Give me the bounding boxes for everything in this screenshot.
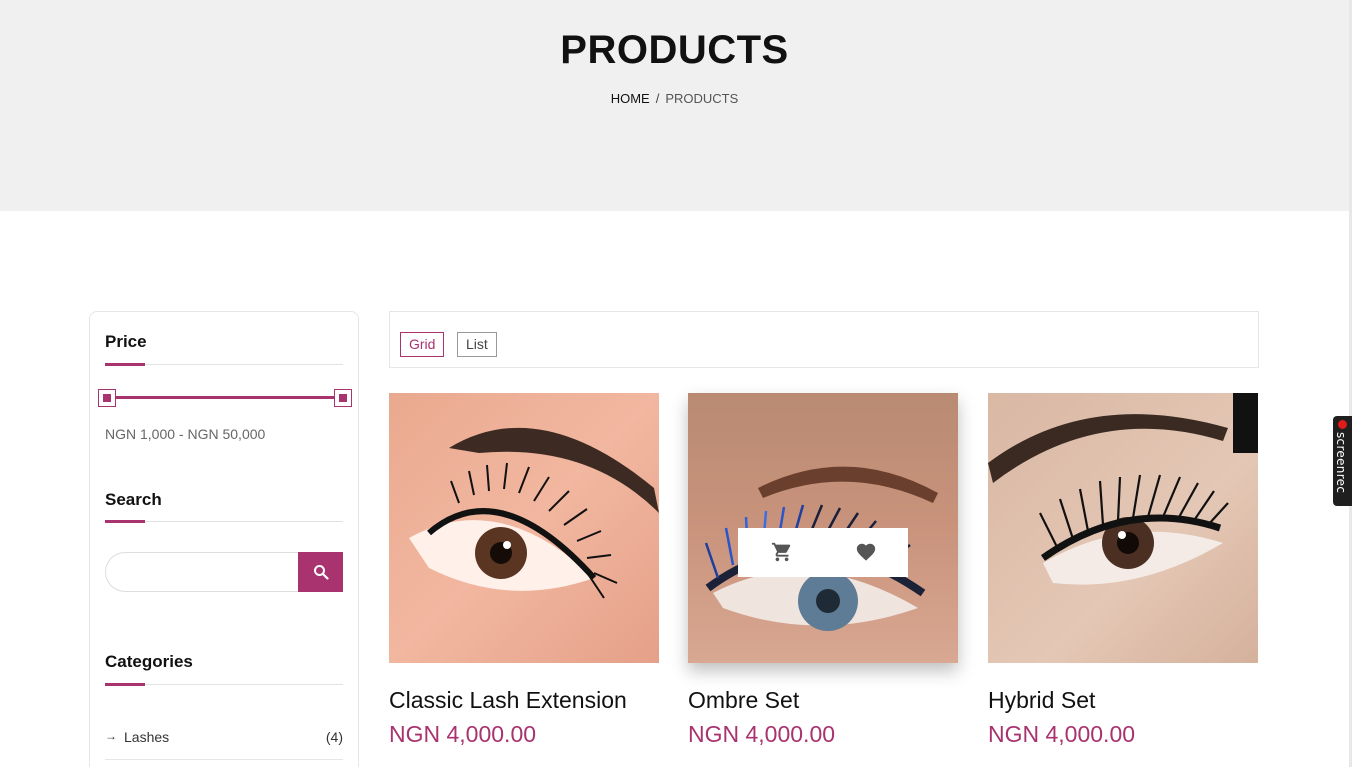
breadcrumb: HOME / PRODUCTS	[0, 91, 1349, 106]
arrow-right-icon: →	[105, 729, 117, 743]
category-count: (4)	[325, 729, 343, 745]
record-icon	[1338, 420, 1347, 429]
price-slider-min-handle[interactable]	[98, 389, 116, 407]
product-image[interactable]	[688, 393, 958, 663]
breadcrumb-separator: /	[655, 91, 660, 106]
product-price: NGN 4,000.00	[988, 721, 1136, 747]
product-image[interactable]	[988, 393, 1258, 663]
product-price: NGN 4,000.00	[389, 721, 537, 747]
breadcrumb-current: PRODUCTS	[665, 91, 739, 106]
category-item-lashes[interactable]: → Lashes (4)	[105, 726, 343, 760]
search-input[interactable]	[105, 552, 305, 592]
filter-sidebar: Price NGN 1,000 - NGN 50,000 Search Cate…	[89, 311, 359, 767]
product-name[interactable]: Ombre Set	[688, 687, 799, 714]
list-view-button[interactable]: List	[457, 332, 497, 357]
search-button[interactable]	[298, 552, 343, 592]
search-widget-title: Search	[105, 490, 162, 509]
product-card[interactable]: Hybrid Set NGN 4,000.00	[988, 393, 1258, 747]
page-hero: PRODUCTS HOME / PRODUCTS	[0, 0, 1349, 211]
product-name[interactable]: Hybrid Set	[988, 687, 1095, 714]
product-name[interactable]: Classic Lash Extension	[389, 687, 627, 714]
cart-icon	[771, 542, 791, 562]
add-to-wishlist-button[interactable]	[853, 539, 879, 565]
product-action-bar	[738, 528, 908, 577]
add-to-cart-button[interactable]	[769, 539, 795, 565]
price-widget-title: Price	[105, 332, 147, 351]
heart-icon	[856, 543, 876, 561]
category-label[interactable]: Lashes	[124, 729, 169, 745]
price-slider-track[interactable]	[107, 396, 343, 399]
categories-widget-title: Categories	[105, 652, 193, 671]
page-title: PRODUCTS	[560, 28, 789, 72]
categories-title-divider	[105, 683, 343, 686]
search-icon	[313, 565, 329, 580]
product-card[interactable]: Ombre Set NGN 4,000.00	[688, 393, 958, 747]
search-title-divider	[105, 520, 343, 523]
price-slider-max-handle[interactable]	[334, 389, 352, 407]
product-price: NGN 4,000.00	[688, 721, 836, 747]
search-box	[105, 552, 343, 592]
price-range-text: NGN 1,000 - NGN 50,000	[105, 426, 266, 442]
screenrec-badge[interactable]: screenrec	[1333, 416, 1352, 506]
screenrec-label: screenrec	[1334, 432, 1348, 494]
view-toolbar: Grid List	[389, 311, 1259, 368]
breadcrumb-home-link[interactable]: HOME	[611, 91, 650, 106]
price-title-divider	[105, 363, 343, 366]
product-card[interactable]: Classic Lash Extension NGN 4,000.00	[389, 393, 659, 747]
product-image[interactable]	[389, 393, 659, 663]
grid-view-button[interactable]: Grid	[400, 332, 445, 357]
